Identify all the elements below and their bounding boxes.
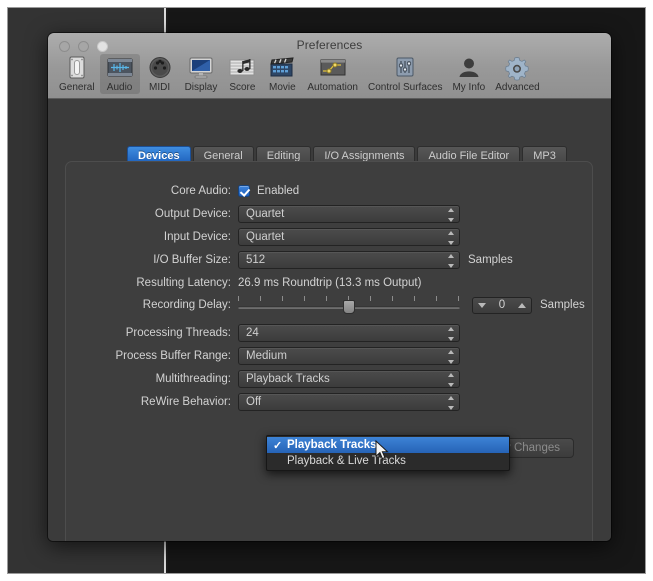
row-process-buffer-range: Process Buffer Range: Medium xyxy=(66,347,460,365)
menu-item-label: Playback Tracks xyxy=(287,439,377,451)
input-device-select[interactable]: Quartet xyxy=(238,228,460,246)
label-resulting-latency: Resulting Latency: xyxy=(136,277,231,289)
toolbar-item-advanced[interactable]: Advanced xyxy=(490,54,544,94)
row-multithreading: Multithreading: Playback Tracks xyxy=(66,370,460,388)
output-device-value: Quartet xyxy=(246,208,285,220)
score-notes-icon xyxy=(229,59,255,76)
control-surfaces-icon xyxy=(396,57,414,77)
stepper-arrows-icon xyxy=(446,396,455,410)
stepper-arrows-icon xyxy=(446,350,455,364)
label-multithreading: Multithreading: xyxy=(155,373,231,385)
row-rewire-behavior: ReWire Behavior: Off xyxy=(66,393,460,411)
preferences-window: Preferences General Audio MIDI Display S… xyxy=(48,33,611,541)
movie-clapper-icon xyxy=(270,57,295,77)
toolbar-item-automation[interactable]: Automation xyxy=(302,54,363,94)
label-core-audio: Core Audio: xyxy=(170,185,231,197)
row-resulting-latency: Resulting Latency: 26.9 ms Roundtrip (13… xyxy=(66,274,421,292)
io-buffer-size-select[interactable]: 512 xyxy=(238,251,460,269)
row-recording-delay: Recording Delay: 0 Samples xyxy=(66,296,585,314)
my-info-person-icon xyxy=(459,58,479,77)
multithreading-select[interactable]: Playback Tracks xyxy=(238,370,460,388)
toolbar-label-control-surfaces: Control Surfaces xyxy=(367,82,443,93)
io-buffer-size-value: 512 xyxy=(246,254,266,266)
automation-curve-icon xyxy=(320,59,346,76)
toolbar-label-advanced: Advanced xyxy=(495,82,540,93)
row-input-device: Input Device: Quartet xyxy=(66,228,460,246)
toolbar-item-audio[interactable]: Audio xyxy=(99,54,140,94)
processing-threads-value: 24 xyxy=(246,327,259,339)
midi-din-icon xyxy=(149,57,171,78)
stepper-up-icon[interactable] xyxy=(518,302,526,308)
rewire-behavior-select[interactable]: Off xyxy=(238,393,460,411)
toolbar-item-display[interactable]: Display xyxy=(180,54,223,94)
stepper-arrows-icon xyxy=(446,231,455,245)
preferences-toolbar: General Audio MIDI Display Score Movie A… xyxy=(54,54,605,98)
display-monitor-icon xyxy=(189,57,213,79)
processing-threads-select[interactable]: 24 xyxy=(238,324,460,342)
row-core-audio: Core Audio: Enabled xyxy=(66,182,299,200)
toolbar-label-my-info: My Info xyxy=(452,82,486,93)
advanced-gear-icon xyxy=(505,57,530,81)
general-switch-icon xyxy=(69,56,85,79)
stepper-down-icon[interactable] xyxy=(478,302,486,308)
stepper-arrows-icon xyxy=(446,254,455,268)
toolbar-item-movie[interactable]: Movie xyxy=(262,54,302,94)
input-device-value: Quartet xyxy=(246,231,285,243)
rewire-behavior-value: Off xyxy=(246,396,262,408)
recording-delay-value: 0 xyxy=(498,299,506,311)
preferences-body: Devices General Editing I/O Assignments … xyxy=(48,99,611,541)
toolbar-item-midi[interactable]: MIDI xyxy=(140,54,180,94)
label-processing-threads: Processing Threads: xyxy=(125,327,231,339)
row-io-buffer-size: I/O Buffer Size: 512 Samples xyxy=(66,251,513,269)
toolbar-item-my-info[interactable]: My Info xyxy=(447,54,490,94)
recording-delay-slider[interactable] xyxy=(238,296,460,314)
io-buffer-size-units: Samples xyxy=(468,254,513,266)
recording-delay-stepper[interactable]: 0 xyxy=(472,296,532,314)
label-io-buffer-size: I/O Buffer Size: xyxy=(153,254,231,266)
stepper-arrows-icon xyxy=(446,327,455,341)
devices-settings-panel: Core Audio: Enabled Output Device: Quart… xyxy=(65,161,593,541)
row-output-device: Output Device: Quartet xyxy=(66,205,460,223)
output-device-select[interactable]: Quartet xyxy=(238,205,460,223)
checkmark-icon: ✓ xyxy=(273,439,283,452)
toolbar-item-score[interactable]: Score xyxy=(222,54,262,94)
toolbar-label-midi: MIDI xyxy=(149,82,171,93)
toolbar-item-control-surfaces[interactable]: Control Surfaces xyxy=(363,54,447,94)
toolbar-label-movie: Movie xyxy=(269,82,296,93)
window-title: Preferences xyxy=(296,38,363,52)
resulting-latency-value: 26.9 ms Roundtrip (13.3 ms Output) xyxy=(238,277,422,289)
slider-thumb[interactable] xyxy=(343,300,355,314)
row-processing-threads: Processing Threads: 24 xyxy=(66,324,460,342)
label-rewire-behavior: ReWire Behavior: xyxy=(140,396,231,408)
recording-delay-units: Samples xyxy=(540,299,585,311)
process-buffer-range-select[interactable]: Medium xyxy=(238,347,460,365)
label-recording-delay: Recording Delay: xyxy=(142,299,231,311)
core-audio-checkbox[interactable] xyxy=(238,185,250,197)
audio-waveform-icon xyxy=(107,58,133,77)
toolbar-label-display: Display xyxy=(184,82,218,93)
stepper-arrows-icon xyxy=(446,373,455,387)
mouse-cursor-icon xyxy=(375,440,389,460)
toolbar-item-general[interactable]: General xyxy=(54,54,100,94)
label-core-audio-enabled: Enabled xyxy=(257,185,300,197)
multithreading-value: Playback Tracks xyxy=(246,373,330,385)
toolbar-label-general: General xyxy=(59,82,95,93)
process-buffer-range-value: Medium xyxy=(246,350,287,362)
toolbar-label-automation: Automation xyxy=(307,82,358,93)
stepper-arrows-icon xyxy=(446,208,455,222)
window-titlebar: Preferences General Audio MIDI Display S… xyxy=(48,33,611,99)
label-output-device: Output Device: xyxy=(154,208,231,220)
label-process-buffer-range: Process Buffer Range: xyxy=(115,350,232,362)
label-input-device: Input Device: xyxy=(163,231,231,243)
toolbar-label-audio: Audio xyxy=(106,82,133,93)
toolbar-label-score: Score xyxy=(229,82,256,93)
